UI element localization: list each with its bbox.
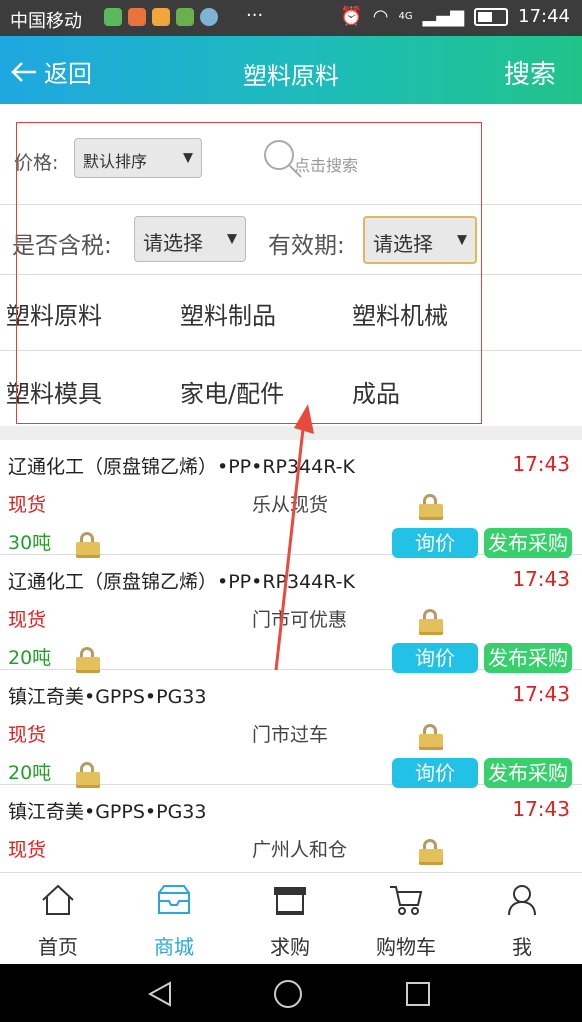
product-list: 辽通化工（原盘锦乙烯）•PP•RP344R-K 17:43 现货 乐从现货 30… bbox=[0, 440, 582, 872]
home-icon bbox=[42, 884, 74, 915]
tab-purchase-request[interactable]: 求购 bbox=[232, 873, 348, 965]
dropdown-arrow-icon: ▼ bbox=[227, 231, 237, 247]
nav-back-icon[interactable] bbox=[146, 980, 174, 1008]
filter-panel: 价格: 默认排序 ▼ 点击搜索 是否含税: 请选择 ▼ 有效期: 请选择 ▼ 塑… bbox=[0, 104, 582, 428]
user-icon bbox=[508, 885, 536, 916]
alarm-icon: ⏰ bbox=[340, 6, 363, 27]
tab-mall[interactable]: 商城 bbox=[116, 873, 232, 965]
tab-me[interactable]: 我 bbox=[464, 873, 580, 965]
category-plastic-products[interactable]: 塑料制品 bbox=[180, 296, 276, 331]
category-plastic-raw[interactable]: 塑料原料 bbox=[6, 296, 102, 331]
category-plastic-machinery[interactable]: 塑料机械 bbox=[352, 296, 448, 331]
header-search-button[interactable]: 搜索 bbox=[504, 54, 556, 91]
product-location: 乐从现货 bbox=[252, 494, 329, 516]
tab-home[interactable]: 首页 bbox=[0, 873, 116, 965]
product-name: 辽通化工（原盘锦乙烯）•PP•RP344R-K bbox=[8, 456, 356, 478]
category-row-1: 塑料原料 塑料制品 塑料机械 bbox=[0, 274, 582, 351]
tab-label: 我 bbox=[512, 935, 532, 959]
publish-purchase-button[interactable]: 发布采购 bbox=[484, 528, 572, 558]
status-bar: 中国移动 ··· ⏰ ◠ 4G ▂▄▆ 17:44 bbox=[0, 0, 582, 36]
carrier-label: 中国移动 bbox=[10, 11, 82, 32]
status-right: ⏰ ◠ 4G ▂▄▆ 17:44 bbox=[340, 6, 570, 27]
list-item[interactable]: 辽通化工（原盘锦乙烯）•PP•RP344R-K 17:43 现货 乐从现货 30… bbox=[0, 440, 582, 558]
inquire-button[interactable]: 询价 bbox=[392, 528, 478, 558]
app-notification-icon bbox=[200, 8, 218, 26]
product-kind: 现货 bbox=[8, 839, 47, 861]
tax-select[interactable]: 请选择 ▼ bbox=[134, 216, 246, 262]
tab-cart[interactable]: 购物车 bbox=[348, 873, 464, 965]
product-location: 门市可优惠 bbox=[252, 609, 348, 631]
valid-label: 有效期: bbox=[268, 233, 345, 259]
lock-icon bbox=[419, 839, 443, 865]
section-divider bbox=[0, 426, 582, 440]
more-notifications: ··· bbox=[246, 5, 264, 26]
network-type: 4G bbox=[398, 11, 413, 22]
product-time: 17:43 bbox=[512, 452, 570, 476]
battery-icon bbox=[474, 7, 509, 26]
tax-select-value: 请选择 bbox=[143, 231, 203, 255]
lock-icon bbox=[419, 609, 443, 635]
wifi-icon: ◠ bbox=[372, 6, 389, 27]
product-name: 辽通化工（原盘锦乙烯）•PP•RP344R-K bbox=[8, 571, 356, 593]
product-kind: 现货 bbox=[8, 609, 47, 631]
dropdown-arrow-icon: ▼ bbox=[457, 232, 467, 248]
valid-select[interactable]: 请选择 ▼ bbox=[363, 216, 477, 264]
product-kind: 现货 bbox=[8, 494, 47, 516]
signal-icon: ▂▄▆ bbox=[422, 6, 465, 27]
product-time: 17:43 bbox=[512, 682, 570, 706]
valid-select-value: 请选择 bbox=[373, 232, 433, 256]
dropdown-arrow-icon: ▼ bbox=[183, 150, 193, 166]
app-notification-icon bbox=[104, 8, 122, 26]
app-notification-icon bbox=[128, 8, 146, 26]
product-name: 镇江奇美•GPPS•PG33 bbox=[8, 801, 207, 823]
category-appliances[interactable]: 家电/配件 bbox=[180, 374, 284, 409]
filter-row-price: 价格: 默认排序 ▼ 点击搜索 bbox=[0, 104, 582, 205]
product-location: 门市过车 bbox=[252, 724, 329, 746]
page-title: 塑料原料 bbox=[243, 62, 339, 90]
tax-label: 是否含税: bbox=[12, 233, 112, 259]
tab-label: 购物车 bbox=[376, 935, 436, 959]
product-location: 广州人和仓 bbox=[252, 839, 348, 861]
product-quantity: 20吨 bbox=[8, 647, 52, 669]
product-time: 17:43 bbox=[512, 567, 570, 591]
filter-row-tax: 是否含税: 请选择 ▼ 有效期: 请选择 ▼ bbox=[0, 204, 582, 275]
tab-label: 商城 bbox=[154, 935, 194, 959]
price-label: 价格: bbox=[14, 152, 59, 174]
bottom-tab-bar: 首页 商城 求购 购物车 我 bbox=[0, 872, 582, 965]
nav-recents-icon[interactable] bbox=[404, 980, 432, 1008]
app-notification-icon bbox=[152, 8, 170, 26]
app-notification-icon bbox=[176, 8, 194, 26]
product-quantity: 20吨 bbox=[8, 762, 52, 784]
category-row-2: 塑料模具 家电/配件 成品 bbox=[0, 352, 582, 428]
lock-icon bbox=[419, 724, 443, 750]
product-time: 17:43 bbox=[512, 797, 570, 821]
search-placeholder: 点击搜索 bbox=[294, 156, 359, 175]
cart-icon bbox=[390, 886, 423, 915]
inquire-button[interactable]: 询价 bbox=[392, 643, 478, 673]
price-sort-select[interactable]: 默认排序 ▼ bbox=[74, 138, 202, 178]
category-finished-goods[interactable]: 成品 bbox=[352, 374, 400, 409]
price-sort-value: 默认排序 bbox=[83, 152, 148, 171]
clock: 17:44 bbox=[518, 6, 570, 27]
list-item[interactable]: 镇江奇美•GPPS•PG33 17:43 现货 门市过车 20吨 询价 发布采购 bbox=[0, 670, 582, 788]
category-plastic-molds[interactable]: 塑料模具 bbox=[6, 374, 102, 409]
product-kind: 现货 bbox=[8, 724, 47, 746]
tab-label: 求购 bbox=[270, 935, 310, 959]
product-name: 镇江奇美•GPPS•PG33 bbox=[8, 686, 207, 708]
publish-purchase-button[interactable]: 发布采购 bbox=[484, 758, 572, 788]
system-nav-bar bbox=[0, 964, 582, 1022]
product-quantity: 30吨 bbox=[8, 532, 52, 554]
shop-icon bbox=[274, 887, 306, 915]
inquire-button[interactable]: 询价 bbox=[392, 758, 478, 788]
notification-icons bbox=[104, 8, 218, 26]
app-header: 返回 塑料原料 搜索 bbox=[0, 36, 582, 104]
publish-purchase-button[interactable]: 发布采购 bbox=[484, 643, 572, 673]
list-item[interactable]: 镇江奇美•GPPS•PG33 17:43 现货 广州人和仓 bbox=[0, 785, 582, 872]
tab-label: 首页 bbox=[38, 935, 78, 959]
list-item[interactable]: 辽通化工（原盘锦乙烯）•PP•RP344R-K 17:43 现货 门市可优惠 2… bbox=[0, 555, 582, 673]
lock-icon bbox=[419, 494, 443, 520]
nav-home-icon[interactable] bbox=[273, 979, 303, 1009]
search-field[interactable]: 点击搜索 bbox=[262, 138, 402, 178]
mall-icon bbox=[158, 885, 190, 914]
